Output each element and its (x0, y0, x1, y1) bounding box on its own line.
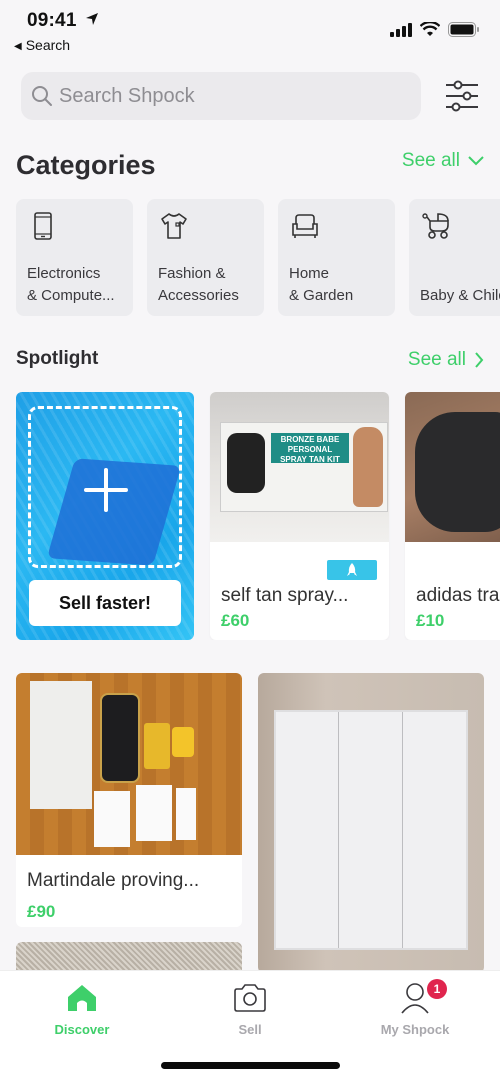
see-all-label: See all (401, 150, 460, 171)
home-icon (68, 985, 96, 1011)
item-photo (405, 392, 500, 542)
categories-heading: Categories (16, 150, 156, 180)
model-shape (353, 427, 383, 507)
sell-faster-card[interactable]: Sell faster! (16, 392, 194, 640)
item-title: self tan spray... (221, 585, 349, 606)
category-label: Electronics & Compute... (27, 265, 115, 304)
manual-shape (176, 788, 196, 840)
search-input[interactable] (59, 84, 389, 108)
location-arrow-icon (86, 13, 98, 25)
categories-see-all-button[interactable]: See all (402, 150, 484, 172)
manual-shape (94, 791, 130, 847)
tab-my-shpock[interactable]: 1 My Shpock (355, 979, 475, 1037)
back-label: Search (25, 37, 71, 53)
item-title: Martindale proving... (27, 870, 200, 891)
category-fashion[interactable]: Fashion & Accessories (147, 199, 264, 316)
plus-icon (84, 468, 128, 512)
wardrobe-door-line (338, 712, 339, 948)
tester-case-shape (100, 693, 140, 783)
tab-discover[interactable]: Discover (22, 981, 142, 1037)
back-to-search-link[interactable]: ◀ Search (14, 37, 70, 53)
stroller-icon (422, 213, 449, 239)
category-baby-child[interactable]: Baby & Child (409, 199, 500, 316)
item-title: adidas trainers (416, 585, 500, 606)
tester-device-shape (144, 723, 170, 769)
spray-gun-shape (227, 433, 265, 493)
category-home-garden[interactable]: Home & Garden (278, 199, 395, 316)
shoe-shape (415, 412, 500, 532)
smartphone-icon (34, 212, 52, 240)
spotlight-heading: Spotlight (16, 348, 99, 369)
tab-label: Sell (238, 1022, 262, 1037)
spotlight-carousel[interactable]: Sell faster! BRONZE BABE PERSONAL SPRAY TA… (16, 392, 500, 640)
armchair-icon (292, 214, 318, 238)
signal-icon (390, 22, 412, 37)
filter-sliders-icon[interactable] (444, 80, 480, 112)
spotlight-item[interactable]: adidas trainers £10 (405, 392, 500, 640)
tab-sell[interactable]: Sell (190, 981, 310, 1037)
item-price: £90 (27, 902, 56, 921)
category-label: Fashion & Accessories (158, 265, 239, 304)
status-bar: 09:41 ◀ Search (0, 0, 500, 60)
item-price: £10 (416, 611, 445, 630)
wardrobe-photo (274, 710, 468, 950)
back-triangle-icon: ◀ (14, 41, 22, 52)
tab-label: My Shpock (380, 1022, 450, 1037)
listing-card[interactable] (258, 673, 484, 973)
paper-stack-shape (30, 681, 92, 809)
wifi-icon (420, 22, 440, 36)
boost-badge (327, 560, 377, 580)
category-label: Baby & Child (420, 287, 500, 304)
tshirt-icon (161, 213, 187, 239)
manual-shape (136, 785, 172, 841)
item-photo: BRONZE BABE PERSONAL SPRAY TAN KIT (210, 392, 389, 542)
camera-icon (234, 984, 266, 1012)
item-price: £60 (221, 611, 250, 630)
wardrobe-door-line (402, 712, 403, 948)
battery-icon (448, 22, 479, 37)
chevron-right-icon (475, 352, 484, 368)
category-label: Home & Garden (289, 265, 354, 304)
listing-card[interactable]: Martindale proving... £90 (16, 673, 242, 927)
categories-carousel[interactable]: Electronics & Compute... Fashion & Acces… (16, 199, 500, 316)
see-all-label: See all (407, 349, 466, 370)
product-box-illustration: BRONZE BABE PERSONAL SPRAY TAN KIT (220, 422, 388, 512)
chevron-down-icon (468, 156, 484, 166)
clock: 09:41 (27, 10, 77, 31)
notification-badge: 1 (427, 979, 447, 999)
category-electronics[interactable]: Electronics & Compute... (16, 199, 133, 316)
probe-shape (172, 727, 194, 757)
rocket-icon (347, 563, 357, 576)
tab-label: Discover (54, 1022, 110, 1037)
item-photo (16, 673, 242, 855)
spotlight-item[interactable]: BRONZE BABE PERSONAL SPRAY TAN KIT self ta… (210, 392, 389, 640)
spotlight-see-all-button[interactable]: See all (408, 349, 484, 371)
home-indicator[interactable] (161, 1062, 340, 1069)
sell-faster-button[interactable]: Sell faster! (29, 580, 181, 626)
box-label-band: BRONZE BABE PERSONAL SPRAY TAN KIT (271, 433, 349, 464)
search-bar[interactable] (21, 72, 421, 120)
search-icon (32, 86, 52, 106)
system-icons (390, 22, 480, 37)
